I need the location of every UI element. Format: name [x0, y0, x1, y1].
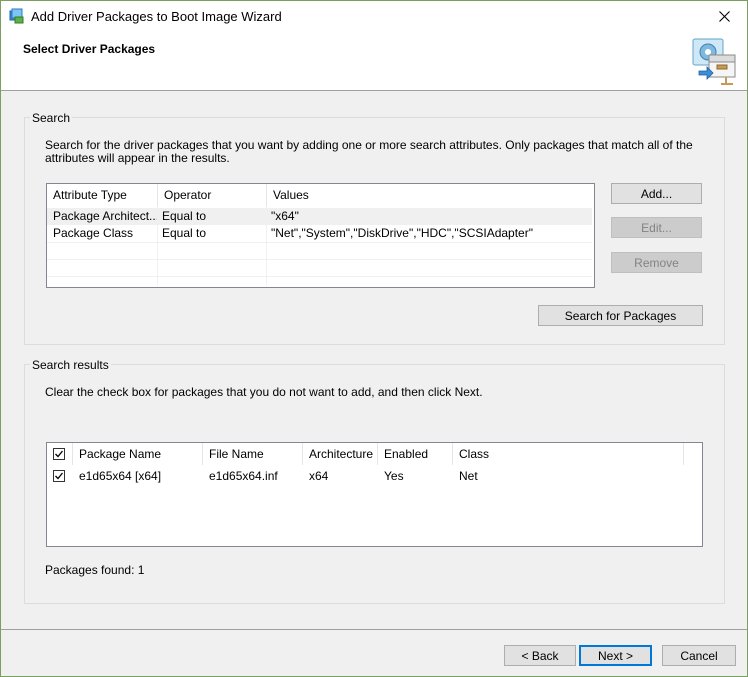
attribute-type-cell: Package Class — [53, 226, 134, 240]
class-cell: Net — [459, 469, 478, 483]
grid-line — [47, 242, 592, 243]
page-title: Select Driver Packages — [23, 42, 156, 56]
search-results-list[interactable]: Package Name File Name Architecture Enab… — [46, 442, 703, 547]
results-description: Clear the check box for packages that yo… — [45, 385, 483, 399]
attribute-type-cell: Package Architect... — [53, 209, 158, 223]
grid-line — [266, 206, 267, 285]
column-header-file-name[interactable]: File Name — [203, 443, 303, 465]
wizard-header: Select Driver Packages — [1, 31, 747, 91]
architecture-cell: x64 — [309, 469, 329, 483]
driver-package-icon — [691, 37, 743, 87]
column-header-attribute-type[interactable]: Attribute Type — [47, 184, 158, 206]
column-header-enabled[interactable]: Enabled — [378, 443, 453, 465]
close-icon — [718, 10, 730, 22]
column-header-operator[interactable]: Operator — [158, 184, 267, 206]
attribute-row[interactable]: Package Architect... Equal to "x64" — [47, 208, 592, 225]
checkmark-icon — [55, 472, 64, 480]
enabled-cell: Yes — [384, 469, 404, 483]
close-button[interactable] — [701, 1, 747, 31]
attribute-row[interactable]: Package Class Equal to "Net","System","D… — [47, 225, 592, 242]
title-bar: Add Driver Packages to Boot Image Wizard — [1, 1, 747, 31]
column-header-class[interactable]: Class — [453, 443, 684, 465]
search-description: Search for the driver packages that you … — [45, 138, 693, 165]
operator-cell: Equal to — [162, 226, 207, 240]
checkmark-icon — [55, 450, 64, 458]
file-name-cell: e1d65x64.inf — [209, 469, 278, 483]
window-title: Add Driver Packages to Boot Image Wizard — [31, 9, 282, 24]
result-row[interactable]: e1d65x64 [x64] e1d65x64.inf x64 Yes Net — [47, 468, 700, 485]
packages-found-label: Packages found: 1 — [45, 563, 145, 577]
grid-line — [47, 259, 592, 260]
values-cell: "x64" — [271, 209, 299, 223]
search-attributes-list[interactable]: Attribute Type Operator Values Package A… — [46, 183, 595, 288]
column-header-architecture[interactable]: Architecture — [303, 443, 378, 465]
column-header-package-name[interactable]: Package Name — [73, 443, 203, 465]
search-group-label: Search — [30, 111, 73, 125]
back-button[interactable]: < Back — [504, 645, 576, 666]
remove-button[interactable]: Remove — [611, 252, 702, 273]
package-name-cell: e1d65x64 [x64] — [79, 469, 162, 483]
wizard-app-icon — [9, 8, 25, 24]
select-all-checkbox[interactable] — [53, 448, 65, 460]
values-cell: "Net","System","DiskDrive","HDC","SCSIAd… — [271, 226, 533, 240]
grid-line — [47, 276, 592, 277]
footer-separator — [1, 629, 747, 630]
column-header-select-all[interactable] — [47, 443, 73, 465]
search-for-packages-button[interactable]: Search for Packages — [538, 305, 703, 326]
column-header-values[interactable]: Values — [267, 184, 594, 206]
operator-cell: Equal to — [162, 209, 207, 223]
add-button[interactable]: Add... — [611, 183, 702, 204]
next-button[interactable]: Next > — [579, 645, 652, 666]
wizard-window: Add Driver Packages to Boot Image Wizard… — [0, 0, 748, 677]
results-group-label: Search results — [30, 358, 111, 372]
edit-button[interactable]: Edit... — [611, 217, 702, 238]
cancel-button[interactable]: Cancel — [662, 645, 736, 666]
package-checkbox[interactable] — [53, 470, 65, 482]
grid-line — [157, 206, 158, 285]
